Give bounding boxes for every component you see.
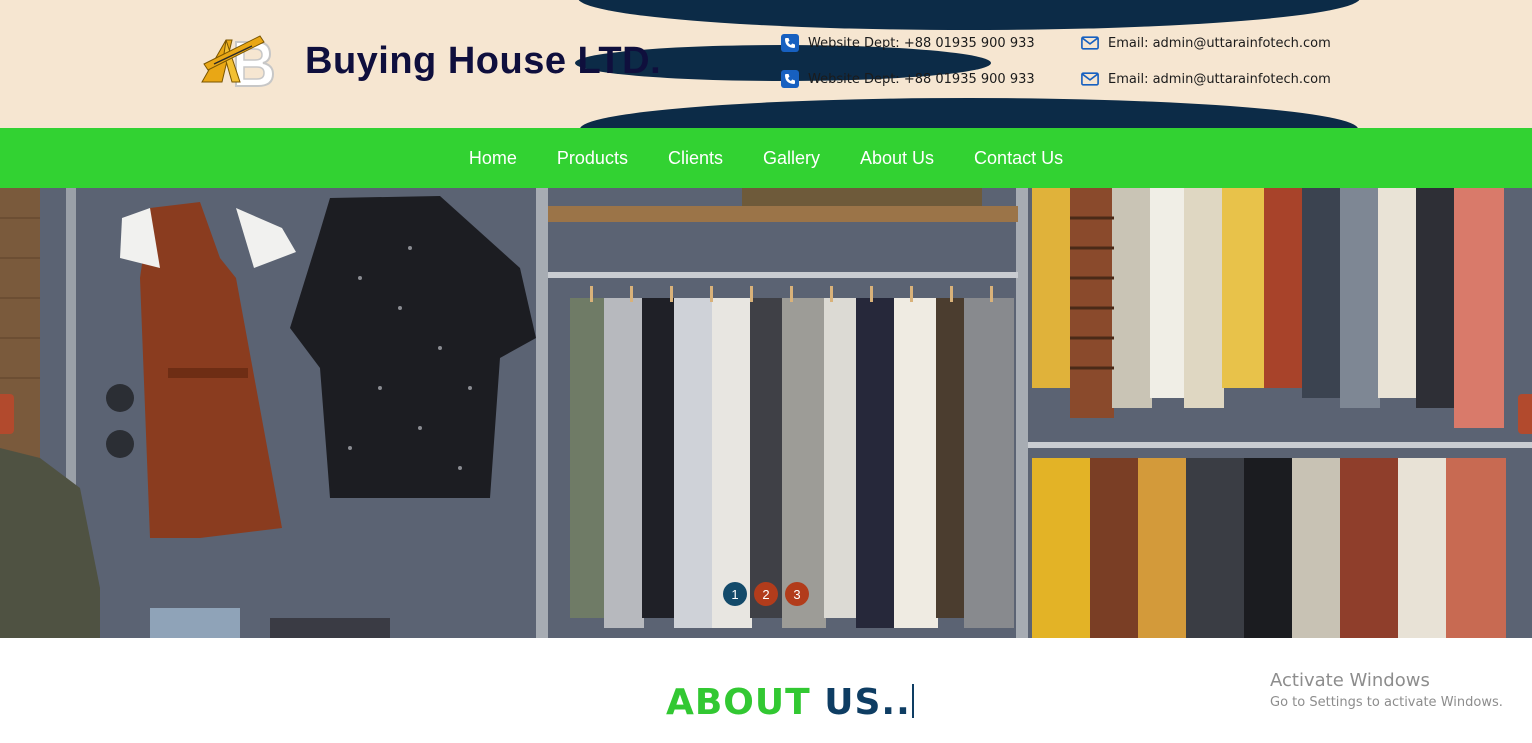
slide-dot-3[interactable]: 3: [785, 582, 809, 606]
windows-activation-watermark: Activate Windows Go to Settings to activ…: [1270, 670, 1503, 710]
contact-email-1: Email: admin@uttarainfotech.com: [1081, 34, 1331, 52]
contact-phone-1: Website Dept: +88 01935 900 933: [781, 34, 1035, 52]
envelope-icon: [1081, 34, 1099, 52]
watermark-title: Activate Windows: [1270, 670, 1430, 691]
site-header: Buying House LTD. Website Dept: +88 0193…: [0, 0, 1532, 128]
clothing-store-photo: [0, 188, 1532, 638]
slide-dot-1[interactable]: 1: [723, 582, 747, 606]
contact-email-text: Email: admin@uttarainfotech.com: [1108, 35, 1331, 51]
nav-clients[interactable]: Clients: [668, 128, 723, 188]
text-cursor: [911, 684, 914, 718]
contact-email-2: Email: admin@uttarainfotech.com: [1081, 70, 1331, 88]
about-heading: ABOUT US..: [666, 682, 914, 723]
slider-prev-button[interactable]: [0, 394, 14, 434]
logo-icon: [201, 35, 275, 87]
phone-icon: [781, 34, 799, 52]
slide-dot-2[interactable]: 2: [754, 582, 778, 606]
main-nav: Home Products Clients Gallery About Us C…: [0, 128, 1532, 188]
contact-phone-text: Website Dept: +88 01935 900 933: [808, 35, 1035, 51]
envelope-icon: [1081, 70, 1099, 88]
about-heading-word-2: US..: [824, 682, 911, 723]
nav-about-us[interactable]: About Us: [860, 128, 934, 188]
watermark-subtitle: Go to Settings to activate Windows.: [1270, 695, 1503, 710]
phone-icon: [781, 70, 799, 88]
about-heading-word-1: ABOUT: [666, 682, 811, 723]
nav-products[interactable]: Products: [557, 128, 628, 188]
header-decoration-bottom: [580, 98, 1358, 128]
slider-next-button[interactable]: [1518, 394, 1532, 434]
brand-name: Buying House LTD.: [305, 40, 662, 82]
nav-gallery[interactable]: Gallery: [763, 128, 820, 188]
hero-slider: 1 2 3: [0, 188, 1532, 638]
slider-pagination: 1 2 3: [723, 582, 809, 606]
contact-email-text: Email: admin@uttarainfotech.com: [1108, 71, 1331, 87]
contact-phone-2: Website Dept: +88 01935 900 933: [781, 70, 1035, 88]
nav-home[interactable]: Home: [469, 128, 517, 188]
site-logo[interactable]: [200, 34, 276, 88]
contact-phone-text: Website Dept: +88 01935 900 933: [808, 71, 1035, 87]
nav-contact-us[interactable]: Contact Us: [974, 128, 1063, 188]
header-decoration-top: [578, 0, 1360, 30]
